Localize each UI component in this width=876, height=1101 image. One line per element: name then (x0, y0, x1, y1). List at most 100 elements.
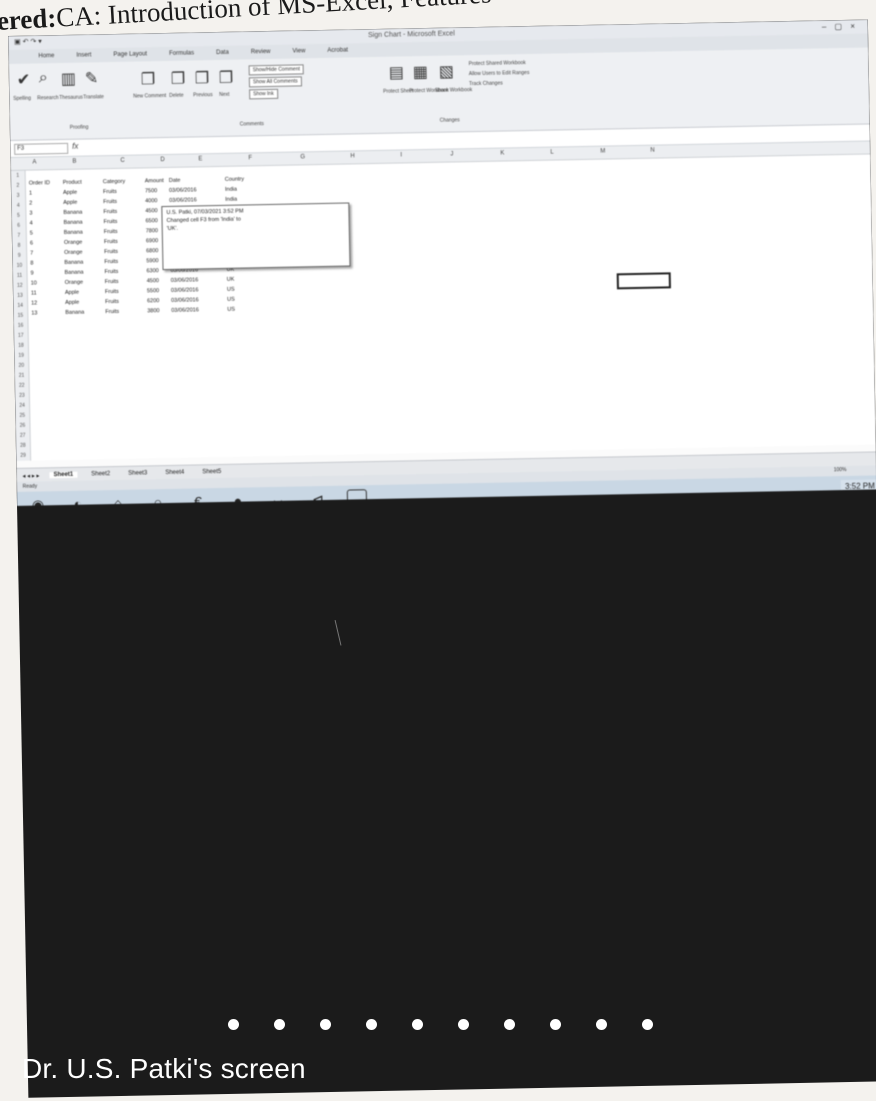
start-button-icon[interactable]: ◉ (27, 496, 49, 506)
name-box[interactable]: F3 (14, 142, 69, 155)
cell[interactable]: Fruits (104, 229, 118, 235)
cell[interactable]: 4 (30, 221, 33, 227)
cell[interactable]: 4000 (145, 198, 157, 204)
cell[interactable]: Apple (63, 190, 77, 196)
ribbon-tab-insert[interactable]: Insert (76, 52, 91, 58)
row-number[interactable]: 4 (11, 201, 25, 211)
row-number[interactable]: 5 (11, 211, 25, 221)
translate-icon[interactable]: ✎ (85, 68, 99, 88)
edge-icon[interactable]: € (187, 493, 209, 506)
skype-icon[interactable]: ⌣ (267, 491, 289, 506)
cell[interactable]: Category (103, 179, 125, 185)
cell[interactable]: India (225, 187, 237, 193)
page-dot[interactable] (550, 1019, 561, 1030)
show-ink-button[interactable]: Show Ink (249, 88, 278, 100)
cell[interactable]: Banana (64, 260, 83, 266)
cell[interactable]: US (227, 297, 235, 303)
cell[interactable]: Fruits (105, 289, 119, 295)
row-number[interactable]: 23 (15, 391, 29, 401)
column-header[interactable]: D (160, 157, 164, 163)
cell[interactable]: Fruits (105, 299, 119, 305)
cell[interactable]: 4500 (145, 208, 157, 214)
column-header[interactable]: F (248, 155, 252, 161)
cell[interactable]: Fruits (105, 309, 119, 315)
cell[interactable]: Fruits (104, 239, 118, 245)
row-number[interactable]: 7 (12, 231, 26, 241)
row-number[interactable]: 20 (14, 361, 28, 371)
cell[interactable]: 12 (31, 300, 37, 306)
new-comment-icon[interactable]: ❐ (141, 69, 156, 89)
quick-access-toolbar[interactable]: ▣ ↶ ↷ ▾ (14, 37, 42, 46)
research-icon[interactable]: ⌕ (39, 69, 48, 87)
row-number[interactable]: 9 (12, 251, 26, 261)
row-number[interactable]: 21 (14, 371, 28, 381)
row-number[interactable]: 22 (15, 381, 29, 391)
cell[interactable]: 6900 (146, 238, 158, 244)
spelling-icon[interactable]: ✔ (17, 70, 31, 90)
cell[interactable]: Country (225, 176, 244, 182)
column-header[interactable]: J (450, 151, 453, 157)
cell[interactable]: 6500 (146, 218, 158, 224)
row-number[interactable]: 1 (11, 171, 25, 181)
column-header[interactable]: L (550, 150, 553, 156)
cell[interactable]: 5500 (147, 288, 159, 294)
cell[interactable]: Fruits (104, 259, 118, 265)
column-header[interactable]: E (198, 156, 202, 162)
sheet-tab[interactable]: Sheet4 (161, 470, 188, 477)
row-number[interactable]: 25 (15, 411, 29, 421)
media-icon[interactable]: ○ (147, 494, 169, 506)
page-dot[interactable] (412, 1019, 423, 1030)
cell[interactable]: Banana (64, 220, 83, 226)
cell[interactable]: 6200 (147, 298, 159, 304)
cell[interactable]: 03/06/2016 (169, 187, 197, 194)
page-dot[interactable] (366, 1019, 377, 1030)
row-number[interactable]: 15 (13, 311, 27, 321)
cell[interactable]: 2 (29, 201, 32, 207)
column-header[interactable]: C (120, 158, 124, 164)
row-number[interactable]: 29 (16, 451, 30, 461)
cell[interactable]: Apple (63, 200, 77, 206)
cell[interactable]: Fruits (103, 199, 117, 205)
ribbon-tab-page-layout[interactable]: Page Layout (113, 51, 147, 58)
window-controls[interactable]: – ▢ × (822, 22, 858, 32)
row-number[interactable]: 12 (13, 281, 27, 291)
ribbon-tab-formulas[interactable]: Formulas (169, 50, 194, 56)
next-comment-icon[interactable]: ❐ (219, 68, 234, 88)
cell[interactable]: India (225, 197, 237, 203)
column-header[interactable]: I (400, 152, 402, 158)
cell[interactable]: US (227, 307, 235, 313)
row-number[interactable]: 24 (15, 401, 29, 411)
page-dot[interactable] (274, 1019, 285, 1030)
selected-cell-outline[interactable] (616, 272, 671, 290)
row-number[interactable]: 19 (14, 351, 28, 361)
cell[interactable]: 3 (29, 211, 32, 217)
cell[interactable]: US (227, 287, 235, 293)
zoom-level[interactable]: 100% (834, 467, 847, 473)
sheet-tab[interactable]: Sheet2 (87, 471, 114, 478)
ribbon-tab-home[interactable]: Home (38, 53, 54, 59)
sheet-tab[interactable]: Sheet5 (198, 469, 225, 476)
row-number[interactable]: 17 (14, 331, 28, 341)
cell[interactable]: Fruits (104, 219, 118, 225)
cell[interactable]: 6300 (146, 268, 158, 274)
column-header[interactable]: H (350, 153, 354, 159)
sheet-nav-arrows-icon[interactable]: ◂ ◂ ▸ ▸ (22, 472, 39, 479)
cell[interactable]: Order ID (29, 180, 50, 186)
cell[interactable]: Fruits (103, 209, 117, 215)
cell[interactable]: Banana (64, 230, 83, 236)
cell[interactable]: Orange (64, 250, 82, 256)
protect-sheet-icon[interactable]: ▤ (389, 62, 405, 82)
sheet-tab[interactable]: Sheet3 (124, 470, 151, 477)
cell[interactable]: 11 (31, 290, 37, 296)
page-dot[interactable] (642, 1019, 653, 1030)
cell[interactable]: Orange (65, 280, 83, 286)
delete-comment-icon[interactable]: ❐ (171, 69, 186, 89)
row-number[interactable]: 18 (14, 341, 28, 351)
cell[interactable]: 4500 (147, 278, 159, 284)
thesaurus-icon[interactable]: ▥ (61, 69, 77, 89)
sheet-tab[interactable]: Sheet1 (49, 471, 78, 479)
cell[interactable]: Amount (145, 178, 164, 184)
row-number[interactable]: 8 (12, 241, 26, 251)
row-number[interactable]: 28 (16, 441, 30, 451)
cell[interactable]: Fruits (104, 269, 118, 275)
